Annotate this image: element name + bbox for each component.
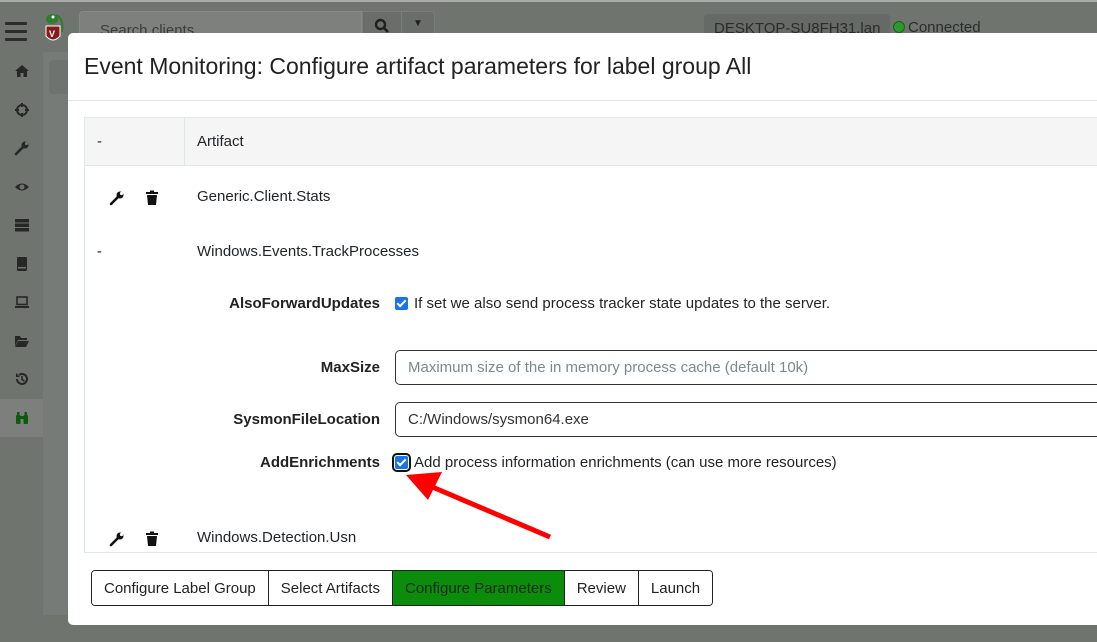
artifact-row-expanded: - Windows.Events.TrackProcesses <box>85 241 1097 271</box>
param-label: AlsoForwardUpdates <box>229 295 380 312</box>
add-enrichments-checkbox[interactable] <box>392 453 411 472</box>
artifact-name[interactable]: Windows.Events.TrackProcesses <box>197 243 419 260</box>
book-icon <box>16 256 27 271</box>
status-dot-icon <box>893 21 905 33</box>
table-header: - Artifact <box>85 117 1097 166</box>
param-label: MaxSize <box>320 359 380 376</box>
trash-icon[interactable] <box>145 190 159 206</box>
max-size-input[interactable] <box>395 350 1097 385</box>
sidebar-item-artifacts[interactable] <box>0 129 43 168</box>
param-sysmon-file-location: SysmonFileLocation <box>85 390 1097 437</box>
artifact-row: Windows.Detection.Usn <box>85 527 1097 553</box>
eye-icon <box>14 183 29 191</box>
column-divider <box>184 118 185 166</box>
wrench-icon[interactable] <box>109 190 125 206</box>
wrench-icon <box>14 141 28 156</box>
sidebar-item-home[interactable] <box>0 52 43 91</box>
param-description: Add process information enrichments (can… <box>414 454 837 471</box>
step-configure-label-group[interactable]: Configure Label Group <box>92 571 269 605</box>
sidebar-item-monitor[interactable] <box>0 168 43 207</box>
svg-text:V: V <box>49 29 55 39</box>
artifact-parameters-table: - Artifact Generic.Client.Stats - Window… <box>84 117 1097 553</box>
sidebar-item-server[interactable] <box>0 206 43 245</box>
folder-open-icon <box>14 335 29 347</box>
configure-parameters-modal: Event Monitoring: Configure artifact par… <box>68 33 1097 625</box>
home-icon <box>14 65 29 78</box>
caret-down-icon: ▼ <box>413 18 423 29</box>
wrench-icon[interactable] <box>109 531 125 547</box>
table-bottom-divider <box>85 552 1097 553</box>
step-configure-parameters[interactable]: Configure Parameters <box>392 571 565 605</box>
hamburger-menu-icon[interactable] <box>5 22 27 46</box>
sidebar-item-notebooks[interactable] <box>0 245 43 284</box>
modal-title: Event Monitoring: Configure artifact par… <box>84 53 752 79</box>
search-icon <box>374 18 389 33</box>
also-forward-updates-checkbox[interactable] <box>395 297 408 310</box>
sidebar-item-history[interactable] <box>0 360 43 399</box>
sidebar <box>0 52 43 642</box>
sidebar-item-event-monitoring[interactable] <box>0 398 43 437</box>
artifact-row: Generic.Client.Stats <box>85 186 1097 216</box>
wizard-stepper: Configure Label Group Select Artifacts C… <box>91 570 714 606</box>
sidebar-item-files[interactable] <box>0 322 43 361</box>
history-icon <box>15 373 28 386</box>
param-add-enrichments: AddEnrichments Add process information e… <box>85 452 1097 488</box>
server-icon <box>14 219 29 232</box>
velociraptor-logo[interactable]: V <box>42 12 68 48</box>
laptop-icon <box>14 296 29 309</box>
param-label: AddEnrichments <box>259 454 380 471</box>
column-header-artifact: Artifact <box>197 133 244 150</box>
trash-icon[interactable] <box>145 531 159 547</box>
crosshairs-icon <box>14 102 29 117</box>
param-also-forward-updates: AlsoForwardUpdates If set we also send p… <box>85 293 1097 329</box>
step-launch[interactable]: Launch <box>638 571 713 605</box>
sidebar-item-hunt[interactable] <box>0 91 43 130</box>
param-max-size: MaxSize <box>85 338 1097 385</box>
sysmon-file-location-input[interactable] <box>395 402 1097 437</box>
binoculars-icon <box>15 411 28 424</box>
param-value: Add process information enrichments (can… <box>392 453 837 472</box>
param-value: If set we also send process tracker stat… <box>395 295 830 312</box>
artifact-name[interactable]: Windows.Detection.Usn <box>197 529 356 546</box>
step-review[interactable]: Review <box>564 571 639 605</box>
sidebar-item-clients[interactable] <box>0 283 43 322</box>
column-header-actions: - <box>97 133 102 150</box>
artifact-name[interactable]: Generic.Client.Stats <box>197 188 330 205</box>
step-select-artifacts[interactable]: Select Artifacts <box>268 571 393 605</box>
param-description: If set we also send process tracker stat… <box>414 295 831 312</box>
param-label: SysmonFileLocation <box>233 411 380 428</box>
collapse-toggle[interactable]: - <box>97 243 102 260</box>
modal-header-divider <box>68 100 1097 101</box>
